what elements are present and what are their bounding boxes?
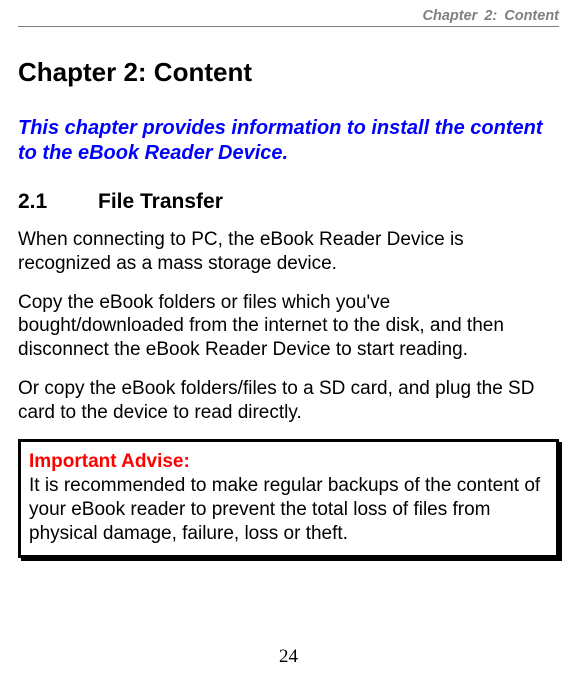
body-paragraph: When connecting to PC, the eBook Reader … — [18, 228, 559, 276]
important-advise-box: Important Advise: It is recommended to m… — [18, 439, 559, 558]
section-heading: 2.1File Transfer — [18, 190, 559, 214]
advise-title: Important Advise: — [29, 451, 190, 472]
chapter-intro: This chapter provides information to ins… — [18, 116, 559, 166]
body-paragraph: Or copy the eBook folders/files to a SD … — [18, 377, 559, 425]
chapter-title: Chapter 2: Content — [18, 57, 559, 88]
section-title: File Transfer — [98, 190, 223, 213]
body-paragraph: Copy the eBook folders or files which yo… — [18, 291, 559, 362]
advise-body: It is recommended to make regular backup… — [29, 475, 540, 544]
section-number: 2.1 — [18, 190, 98, 214]
running-header: Chapter 2: Content — [18, 8, 559, 27]
page-number: 24 — [0, 646, 577, 668]
